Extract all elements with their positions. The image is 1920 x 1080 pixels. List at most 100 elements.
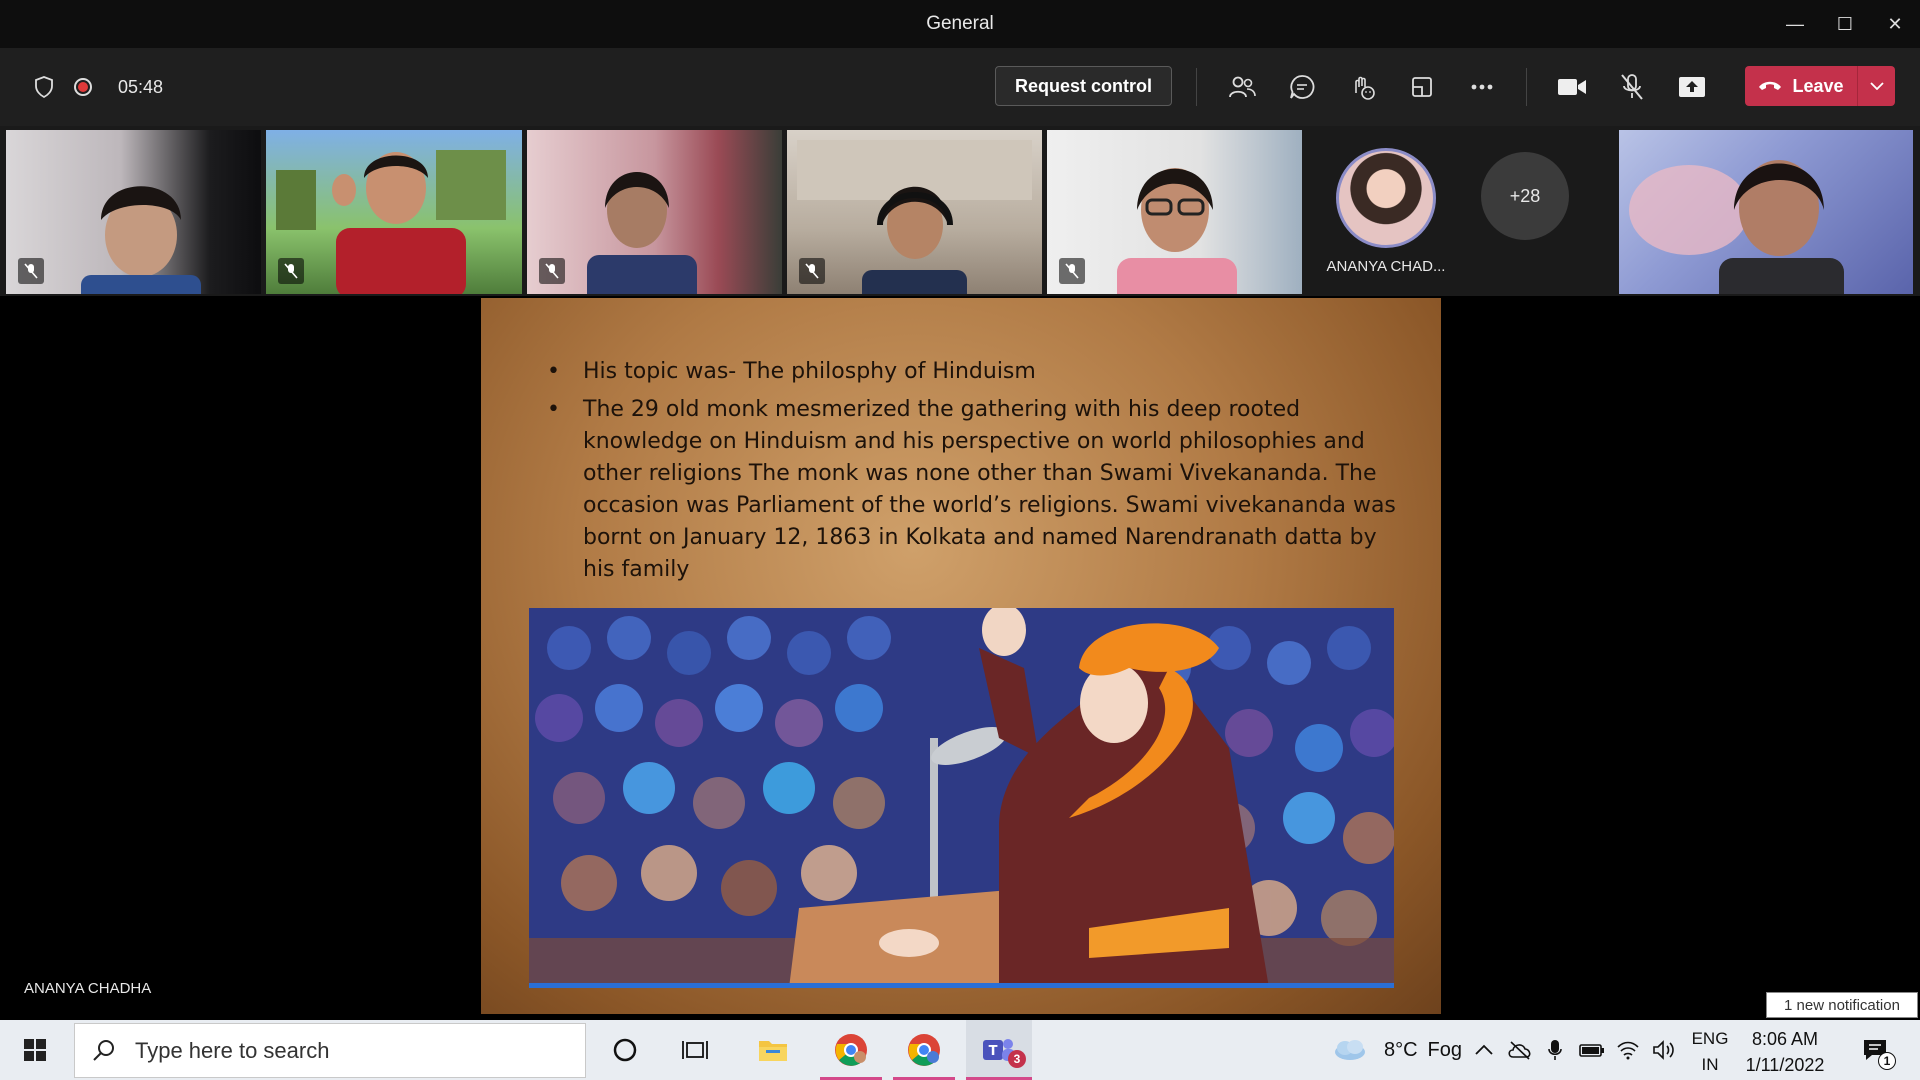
clock-time: 8:06 AM [1751, 1029, 1819, 1049]
chrome-window-button[interactable] [820, 1020, 882, 1080]
taskbar-clock[interactable]: 8:06 AM 1/11/2022 [1740, 1026, 1830, 1078]
slide-bullet-list: His topic was- The philosphy of Hinduism… [541, 356, 1401, 592]
mic-muted-icon [24, 263, 38, 279]
chrome-icon [835, 1034, 867, 1066]
participants-icon [1229, 76, 1256, 98]
language-region: IN [1701, 1055, 1719, 1074]
participant-video-tile[interactable] [787, 130, 1042, 294]
slide-bullet: His topic was- The philosphy of Hinduism [541, 356, 1401, 388]
toolbar-divider [1526, 68, 1527, 106]
onedrive-tray-button[interactable] [1504, 1020, 1536, 1080]
camera-icon [1558, 79, 1586, 95]
cortana-icon [613, 1038, 637, 1062]
meeting-info: 05:48 [34, 48, 163, 126]
mic-muted-icon [805, 263, 819, 279]
language-code: ENG [1691, 1029, 1729, 1048]
presenter-name-label: ANANYA CHADHA [24, 980, 152, 997]
meeting-toolbar: 05:48 Request control Leave [0, 48, 1920, 126]
participant-strip: ANANYA CHAD... +28 [0, 126, 1920, 296]
mic-muted-indicator [278, 258, 304, 284]
avatar [1336, 148, 1436, 248]
meeting-timer: 05:48 [118, 76, 164, 97]
recording-indicator-icon [74, 78, 92, 96]
search-placeholder: Type here to search [135, 1037, 330, 1063]
cortana-button[interactable] [600, 1020, 650, 1080]
shield-icon[interactable] [34, 76, 54, 98]
more-options-icon [1471, 84, 1493, 90]
mic-muted-icon [545, 263, 559, 279]
rooms-button[interactable] [1402, 68, 1442, 106]
battery-tray-button[interactable] [1576, 1020, 1608, 1080]
notification-count-badge: 1 [1878, 1052, 1896, 1070]
microphone-icon [1548, 1040, 1562, 1060]
task-view-button[interactable] [670, 1020, 720, 1080]
volume-tray-button[interactable] [1648, 1020, 1680, 1080]
toolbar-divider [1196, 68, 1197, 106]
network-tray-button[interactable] [1612, 1020, 1644, 1080]
more-options-button[interactable] [1462, 68, 1502, 106]
chrome-icon [908, 1034, 940, 1066]
mic-muted-indicator [799, 258, 825, 284]
start-button[interactable] [10, 1020, 60, 1080]
title-bar: General — ☐ ✕ [0, 0, 1920, 48]
window-title: General [926, 13, 994, 34]
reactions-icon [1355, 76, 1375, 100]
participant-video-tile[interactable] [1619, 130, 1913, 294]
slide-illustration [529, 608, 1394, 988]
svg-text:T: T [989, 1044, 998, 1059]
chat-button[interactable] [1282, 68, 1322, 106]
participant-video-tile[interactable] [6, 130, 261, 294]
clock-date: 1/11/2022 [1745, 1055, 1825, 1075]
mic-muted-indicator [539, 258, 565, 284]
leave-button[interactable]: Leave [1745, 66, 1895, 106]
weather-description: Fog [1427, 1038, 1463, 1061]
maximize-icon: ☐ [1836, 13, 1854, 34]
input-language-indicator[interactable]: ENG IN [1688, 1026, 1732, 1078]
battery-charging-icon [1579, 1044, 1604, 1057]
mic-muted-icon [1065, 263, 1079, 279]
leave-main-button[interactable]: Leave [1745, 66, 1857, 106]
presentation-slide: His topic was- The philosphy of Hinduism… [481, 298, 1441, 1014]
participant-avatar-tile[interactable]: ANANYA CHAD... [1306, 130, 1466, 294]
leave-label: Leave [1792, 75, 1844, 96]
mic-muted-indicator [1059, 258, 1085, 284]
file-explorer-button[interactable] [745, 1020, 801, 1080]
participants-button[interactable] [1222, 68, 1262, 106]
weather-readout[interactable]: 8°C Fog [1368, 1020, 1478, 1080]
action-center-button[interactable]: 1 [1850, 1020, 1900, 1080]
maximize-button[interactable]: ☐ [1820, 0, 1870, 48]
mic-muted-indicator [18, 258, 44, 284]
microphone-button[interactable] [1612, 68, 1652, 106]
minimize-icon: — [1786, 13, 1804, 34]
chrome-window-button[interactable] [893, 1020, 955, 1080]
request-control-button[interactable]: Request control [995, 66, 1172, 106]
teams-meeting-window: General — ☐ ✕ 05:48 Request control Leav… [0, 0, 1920, 1080]
folder-icon [759, 1041, 787, 1061]
participant-video-tile[interactable] [527, 130, 782, 294]
rooms-icon [1412, 77, 1432, 97]
leave-options-dropdown[interactable] [1857, 66, 1895, 106]
chat-icon [1290, 75, 1315, 99]
taskbar-search-box[interactable]: Type here to search [74, 1023, 586, 1078]
participant-video-tile[interactable] [1047, 130, 1302, 294]
onedrive-offline-icon [1508, 1041, 1531, 1060]
search-icon [93, 1039, 114, 1061]
fog-cloud-icon [1335, 1040, 1365, 1060]
new-notification-toast[interactable]: 1 new notification [1766, 992, 1918, 1018]
minimize-button[interactable]: — [1770, 0, 1820, 48]
mic-muted-icon [284, 263, 298, 279]
phone-hangup-icon [1759, 81, 1782, 90]
reactions-button[interactable] [1342, 68, 1382, 106]
camera-button[interactable] [1552, 68, 1592, 106]
close-window-button[interactable]: ✕ [1870, 0, 1920, 48]
participant-video-tile[interactable] [266, 130, 522, 294]
teams-window-button[interactable]: T 3 [966, 1020, 1032, 1080]
more-participants-button[interactable]: +28 [1481, 152, 1569, 240]
share-content-button[interactable] [1672, 68, 1712, 106]
close-icon: ✕ [1887, 13, 1903, 34]
show-hidden-icons-button[interactable] [1470, 1020, 1498, 1080]
slide-bullet: The 29 old monk mesmerized the gathering… [541, 394, 1401, 586]
chevron-down-icon [1869, 82, 1884, 90]
microphone-tray-button[interactable] [1540, 1020, 1570, 1080]
teams-notification-badge: 3 [1008, 1050, 1026, 1068]
